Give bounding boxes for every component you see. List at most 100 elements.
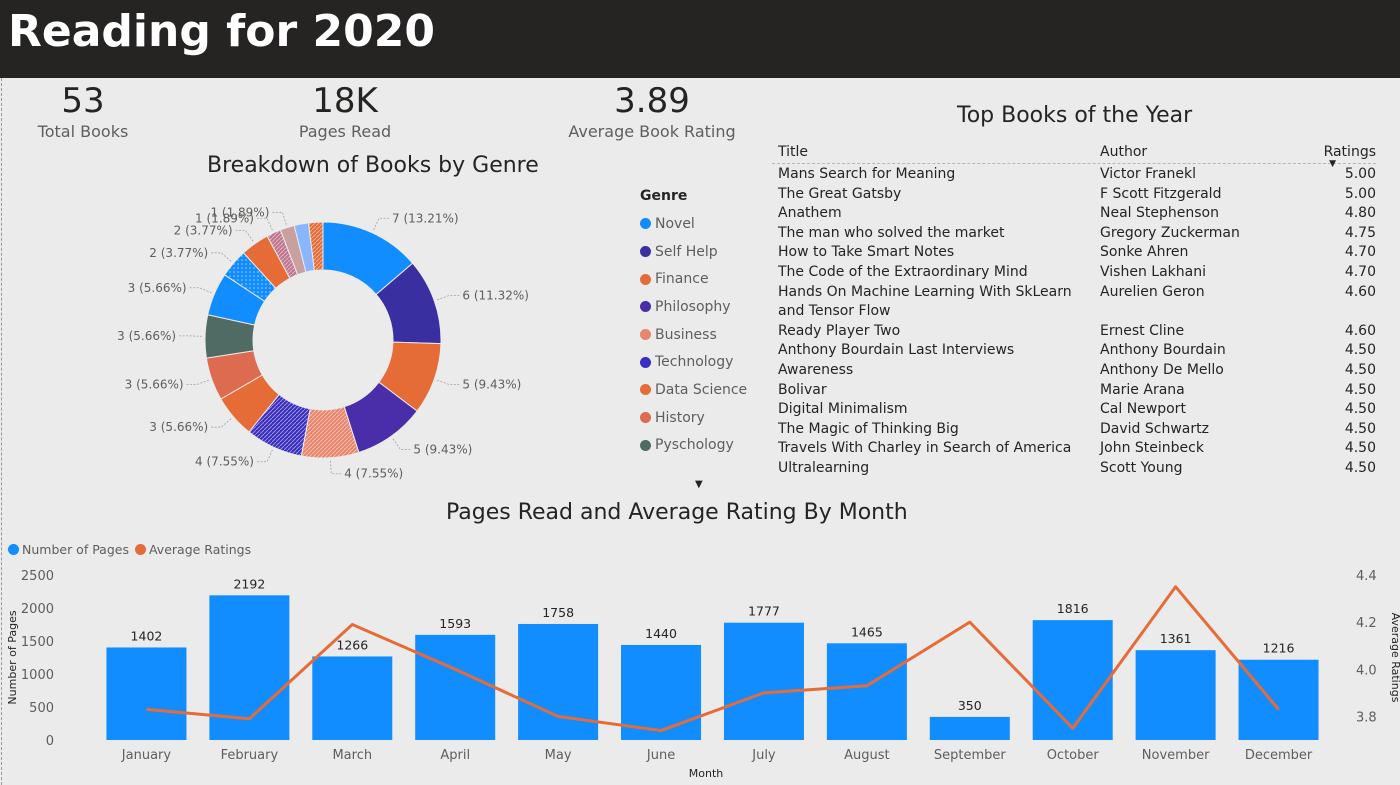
bar-data-label: 1758 [542, 605, 574, 620]
legend-item[interactable]: Self Help [640, 238, 760, 266]
donut-leader-line [211, 418, 232, 428]
legend-dot [640, 273, 651, 285]
y-axis-tick: 1000 [21, 668, 54, 683]
book-rating-cell: 4.70 [1344, 263, 1376, 280]
table-row[interactable]: The Great Gatsby F Scott Fitzgerald 5.00 [772, 185, 1376, 205]
book-title-cell: The Code of the Extraordinary Mind [778, 263, 1028, 280]
table-row[interactable]: Anthony Bourdain Last Interviews Anthony … [772, 341, 1376, 361]
legend-title: Genre [640, 188, 688, 204]
donut-leader-line [189, 287, 212, 294]
chevron-down-icon[interactable]: ▼ [695, 479, 703, 490]
ratings-header-label: Ratings [1323, 144, 1376, 160]
column-header-title[interactable]: Title [772, 144, 1100, 160]
book-title-cell: Bolivar [778, 381, 827, 398]
kpi-average-rating[interactable]: 3.89 Average Book Rating [552, 81, 752, 143]
y-axis-tick: 2000 [21, 602, 54, 617]
combo-chart-title: Pages Read and Average Rating By Month [446, 500, 908, 525]
table-row[interactable]: Awareness Anthony De Mello 4.50 [772, 361, 1376, 381]
donut-chart-title: Breakdown of Books by Genre [207, 153, 539, 178]
table-title: Top Books of the Year [957, 103, 1193, 128]
table-row[interactable]: Hands On Machine Learning With SkLearn a… [772, 283, 1376, 322]
bar[interactable] [312, 656, 393, 740]
legend-item[interactable]: Business [640, 321, 760, 349]
book-rating-cell: 4.50 [1344, 420, 1376, 437]
pages-rating-combo-chart[interactable]: 0 500 1000 1500 2000 2500 3.8 4.0 4.2 4.4 Number o… [0, 560, 1400, 785]
kpi-pages-read[interactable]: 18K Pages Read [270, 81, 420, 143]
book-rating-cell: 4.50 [1344, 342, 1376, 359]
table-row[interactable]: The man who solved the market Gregory Zuc… [772, 224, 1376, 244]
book-rating-cell: 5.00 [1344, 166, 1376, 182]
table-row[interactable]: Ready Player Two Ernest Cline 4.60 [772, 322, 1376, 342]
kpi-total-books[interactable]: 53 Total Books [20, 81, 146, 143]
y2-axis-tick: 4.2 [1356, 616, 1377, 631]
book-rating-cell: 5.00 [1344, 185, 1376, 202]
top-books-table[interactable]: Title Author Ratings ▼ Mans Search for M… [772, 136, 1376, 479]
book-title-cell: The man who solved the market [778, 224, 1005, 241]
book-title-cell: Awareness [778, 361, 854, 378]
bar[interactable] [1135, 650, 1216, 740]
legend-item[interactable]: History [640, 404, 760, 432]
table-row[interactable]: The Code of the Extraordinary Mind Vishen… [772, 263, 1376, 283]
table-row[interactable]: How to Take Smart Notes Sonke Ahren 4.70 [772, 243, 1376, 263]
kpi-value: 53 [61, 81, 105, 121]
legend-item[interactable]: Finance [640, 265, 760, 293]
bar[interactable] [723, 622, 804, 740]
book-author-cell: Ernest Cline [1100, 322, 1185, 339]
legend-item[interactable]: Novel [640, 210, 760, 238]
book-title-cell: How to Take Smart Notes [778, 244, 955, 261]
donut-data-label: 3 (5.66%) [149, 420, 208, 434]
legend-label: Business [655, 326, 717, 343]
y2-axis-tick: 4.0 [1356, 663, 1377, 678]
bar[interactable] [415, 634, 496, 740]
x-axis-tick: May [545, 748, 572, 763]
bar[interactable] [518, 623, 599, 740]
legend-item-ratings: Average Ratings [148, 542, 252, 557]
table-header-row: Title Author Ratings ▼ [772, 136, 1376, 169]
legend-label: Novel [655, 215, 695, 232]
book-author-cell: Scott Young [1100, 459, 1183, 476]
bar-data-label: 1402 [131, 628, 163, 643]
column-header-author[interactable]: Author [1100, 144, 1300, 160]
table-row[interactable]: The Magic of Thinking Big David Schwartz 4… [772, 420, 1376, 440]
book-author-cell: David Schwartz [1100, 420, 1209, 437]
legend-dot [640, 218, 651, 230]
book-rating-cell: 4.75 [1344, 224, 1376, 241]
legend-item[interactable]: Data Science [640, 376, 760, 404]
legend-label: Philosophy [655, 298, 731, 315]
y-axis-tick: 1500 [21, 635, 54, 650]
book-title-cell: Ultralearning [778, 459, 870, 476]
legend-item[interactable]: Philosophy [640, 293, 760, 321]
x-axis-tick: April [440, 748, 470, 763]
book-author-cell: Sonke Ahren [1100, 244, 1189, 261]
legend-dot [640, 301, 651, 313]
donut-leader-line [330, 460, 342, 475]
legend-item[interactable]: Technology [640, 348, 760, 376]
table-row[interactable]: Mans Search for Meaning Victor Franekl 5.0… [772, 165, 1376, 185]
donut-leader-line [436, 295, 460, 301]
x-axis-tick: September [934, 748, 1007, 763]
table-row[interactable]: Anathem Neal Stephenson 4.80 [772, 204, 1376, 224]
column-header-ratings[interactable]: Ratings ▼ [1300, 144, 1376, 169]
kpi-value: 18K [312, 81, 378, 121]
x-axis-tick: December [1245, 748, 1313, 763]
bar[interactable] [826, 643, 907, 740]
bar-data-label: 1816 [1057, 601, 1089, 616]
bar[interactable] [1032, 620, 1113, 740]
legend-item[interactable]: Pyschology [640, 432, 760, 460]
table-row[interactable]: Travels With Charley in Search of Americ… [772, 439, 1376, 459]
kpi-label: Total Books [37, 122, 129, 141]
table-row[interactable]: Digital Minimalism Cal Newport 4.50 [772, 400, 1376, 420]
legend-item-pages: Number of Pages [22, 542, 129, 557]
book-author-cell: Gregory Zuckerman [1100, 224, 1240, 241]
table-row[interactable]: Bolivar Marie Arana 4.50 [772, 381, 1376, 401]
bar[interactable] [1238, 659, 1319, 740]
genre-donut-chart[interactable]: 7 (13.21%) 6 (11.32%) 5 (9.43%) 5 (9.43%) 4 … [0, 190, 640, 490]
bar[interactable] [106, 647, 187, 740]
table-row[interactable]: Ultralearning Scott Young 4.50 [772, 459, 1376, 479]
book-title-cell: Hands On Machine Learning With SkLearn a… [778, 283, 1072, 320]
bar[interactable] [929, 716, 1010, 740]
donut-leader-line [235, 230, 254, 242]
book-author-cell: John Steinbeck [1100, 440, 1204, 457]
x-axis-tick: June [646, 748, 675, 763]
bar-data-label: 1593 [439, 616, 471, 631]
